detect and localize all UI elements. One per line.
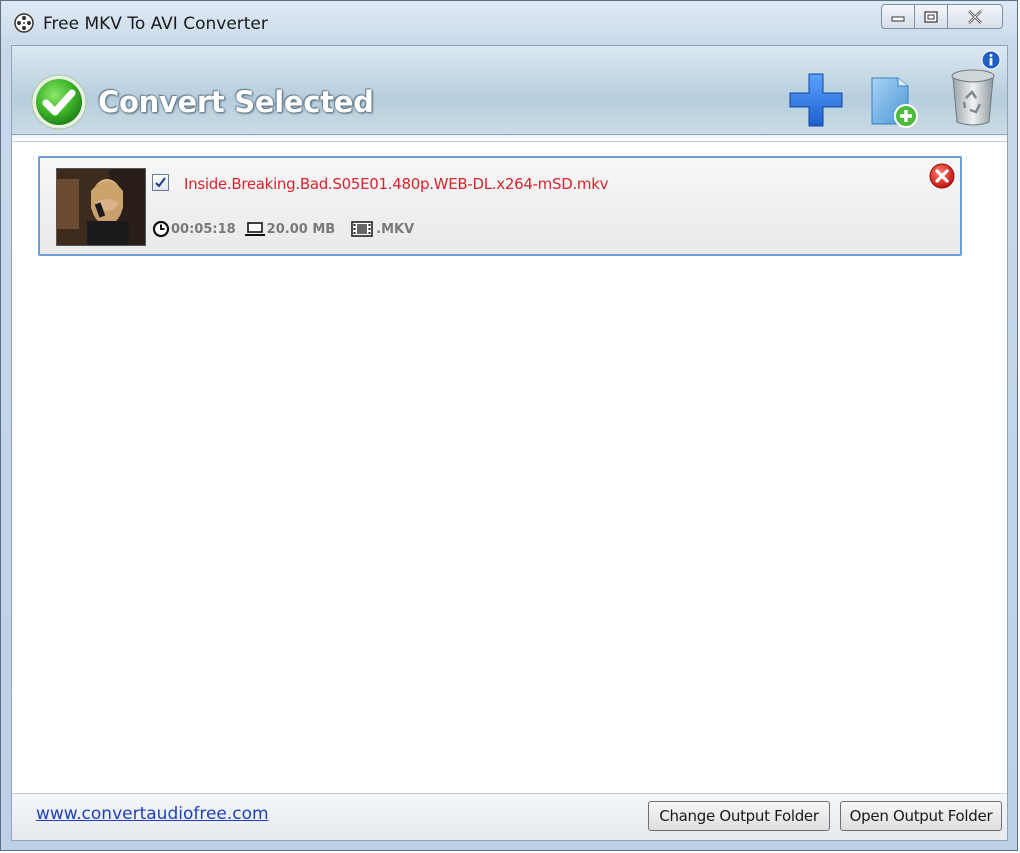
close-button[interactable]	[947, 4, 1003, 29]
film-strip-icon	[351, 221, 373, 237]
file-checkbox[interactable]	[152, 174, 169, 191]
open-output-folder-button[interactable]: Open Output Folder	[840, 801, 1002, 831]
recycle-bin-icon[interactable]	[948, 66, 998, 128]
app-window: Free MKV To AVI Converter Convert Select…	[0, 0, 1018, 851]
toolbar-separator	[12, 135, 1007, 142]
file-size: 20.00 MB	[266, 221, 336, 237]
minimize-button[interactable]	[881, 4, 915, 29]
toolbar: Convert Selected	[12, 46, 1007, 135]
clock-icon	[152, 220, 170, 238]
video-thumbnail	[56, 168, 146, 246]
close-icon	[968, 9, 982, 24]
window-title: Free MKV To AVI Converter	[43, 14, 268, 34]
title-bar: Free MKV To AVI Converter	[1, 1, 1017, 47]
convert-selected-button[interactable]: Convert Selected	[30, 72, 374, 132]
checkmark-icon	[155, 177, 166, 188]
file-duration: 00:05:18	[171, 221, 236, 237]
footer-bar: www.convertaudiofree.com Change Output F…	[12, 793, 1007, 840]
website-link[interactable]: www.convertaudiofree.com	[36, 804, 269, 824]
window-controls	[881, 4, 1003, 29]
checkmark-circle-icon	[31, 74, 87, 130]
maximize-button[interactable]	[914, 4, 948, 29]
file-format: .MKV	[376, 221, 415, 237]
remove-file-icon[interactable]	[928, 162, 956, 190]
client-area: Convert Selected Inside.Breaking.Bad.S05…	[11, 45, 1008, 841]
maximize-icon	[924, 10, 938, 23]
laptop-icon	[244, 222, 265, 236]
film-reel-icon	[14, 13, 34, 33]
file-name: Inside.Breaking.Bad.S05E01.480p.WEB-DL.x…	[184, 175, 609, 193]
add-folder-icon[interactable]	[868, 72, 924, 130]
thumbnail-image	[57, 169, 145, 245]
change-output-folder-button[interactable]: Change Output Folder	[648, 801, 830, 831]
minimize-icon	[891, 16, 905, 21]
convert-selected-label: Convert Selected	[98, 85, 374, 119]
file-metadata: 00:05:18 20.00 MB .MKV	[152, 220, 422, 238]
file-list-item[interactable]: Inside.Breaking.Bad.S05E01.480p.WEB-DL.x…	[38, 156, 962, 256]
plus-icon[interactable]	[786, 70, 846, 130]
